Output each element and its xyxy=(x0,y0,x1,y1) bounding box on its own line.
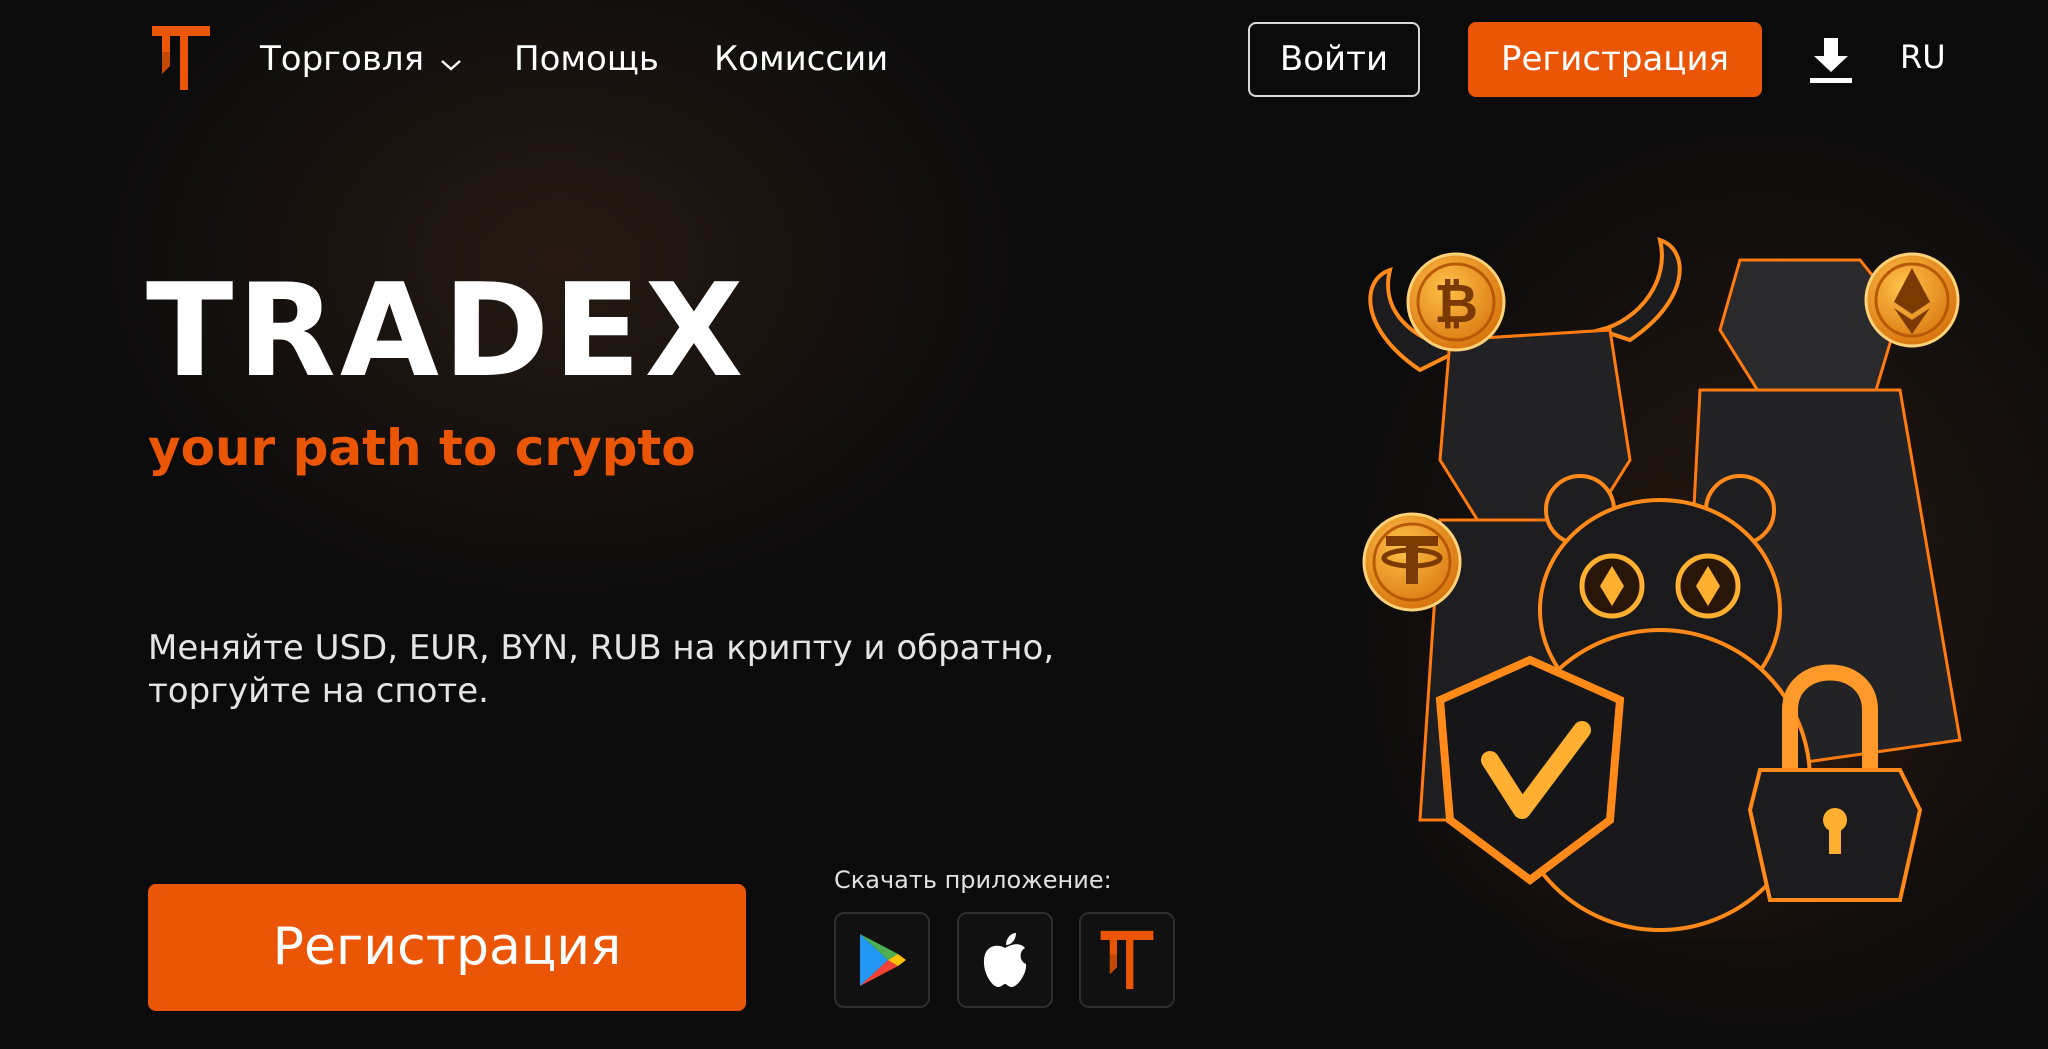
hero-title: TRADEX xyxy=(146,257,748,406)
nav-help[interactable]: Помощь xyxy=(514,34,659,84)
chevron-down-icon xyxy=(440,36,462,86)
hero-description-line1: Меняйте USD, EUR, BYN, RUB на крипту и о… xyxy=(148,628,1055,668)
bitcoin-coin-icon: ₿ xyxy=(1406,252,1506,352)
google-play-icon xyxy=(860,934,906,986)
landing-page: Торговля Помощь Комиссии Войти Регистрац… xyxy=(0,0,2048,1049)
app-store-button[interactable] xyxy=(957,912,1053,1008)
apple-icon xyxy=(983,933,1027,988)
register-button-header[interactable]: Регистрация xyxy=(1468,22,1762,97)
svg-text:₿: ₿ xyxy=(1434,272,1478,335)
hero-description-line2: торгуйте на споте. xyxy=(148,671,489,711)
tradex-logo-icon[interactable] xyxy=(148,22,214,94)
hero-illustration: ₿ xyxy=(1340,236,2020,940)
download-app-label: Скачать приложение: xyxy=(834,866,1112,894)
nav-trading[interactable]: Торговля xyxy=(260,34,462,84)
nav-fees[interactable]: Комиссии xyxy=(714,34,888,84)
login-button[interactable]: Войти xyxy=(1248,22,1420,97)
hero-tagline: your path to crypto xyxy=(148,419,696,477)
tether-coin-icon xyxy=(1362,512,1462,612)
tradex-app-button[interactable] xyxy=(1079,912,1175,1008)
register-button-main[interactable]: Регистрация xyxy=(148,884,746,1011)
language-selector[interactable]: RU xyxy=(1900,32,1946,82)
ethereum-coin-icon xyxy=(1864,252,1960,348)
nav-trading-label: Торговля xyxy=(260,39,425,79)
google-play-button[interactable] xyxy=(834,912,930,1008)
hero-description: Меняйте USD, EUR, BYN, RUB на крипту и о… xyxy=(148,627,1128,713)
download-icon[interactable] xyxy=(1810,36,1852,84)
tradex-app-icon xyxy=(1100,930,1154,990)
